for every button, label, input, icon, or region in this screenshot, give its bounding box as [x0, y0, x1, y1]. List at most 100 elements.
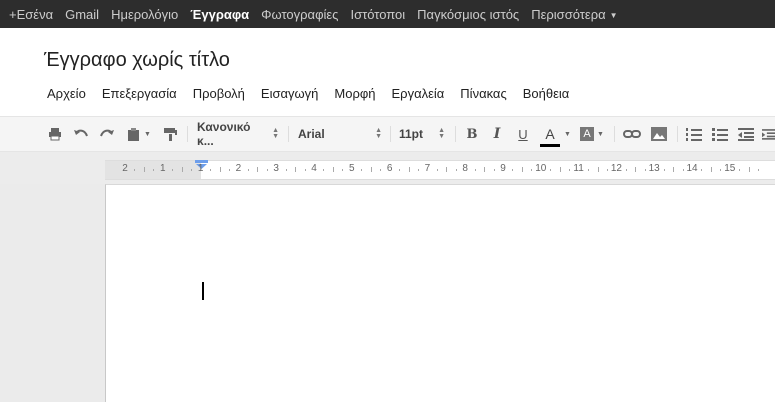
gbar-link-documents[interactable]: Έγγραφα — [184, 7, 255, 22]
decrease-indent-button[interactable] — [736, 117, 756, 151]
ruler-number: 2 — [235, 163, 242, 174]
highlight-color-button[interactable]: A ▼ — [575, 117, 609, 151]
undo-button[interactable] — [71, 117, 91, 151]
redo-button[interactable] — [97, 117, 117, 151]
ruler-tick — [399, 169, 401, 171]
ruler-tick — [758, 169, 760, 171]
ruler-number: 3 — [273, 163, 279, 174]
ruler-tick — [370, 167, 372, 172]
redo-icon — [100, 129, 114, 137]
print-button[interactable] — [45, 117, 65, 151]
menu-table[interactable]: Πίνακας — [452, 86, 514, 101]
print-icon — [49, 128, 61, 141]
ruler-tick — [266, 169, 268, 171]
ruler-tick — [484, 167, 486, 172]
updown-arrows-icon: ▲ ▼ — [375, 127, 382, 140]
increase-indent-button[interactable] — [762, 117, 775, 151]
gbar-link-plus-you[interactable]: +Εσένα — [0, 7, 59, 22]
text-cursor — [202, 282, 204, 300]
bold-button[interactable]: B — [463, 117, 481, 151]
ruler-tick — [635, 167, 637, 172]
ruler-number: 5 — [349, 163, 355, 174]
ruler-tick — [153, 169, 155, 171]
link-icon — [623, 130, 641, 138]
gbar-link-calendar[interactable]: Ημερολόγιο — [105, 7, 184, 22]
gbar-link-more[interactable]: Περισσότερα ▼ — [525, 7, 623, 22]
document-title[interactable]: Έγγραφο χωρίς τίτλο — [44, 49, 230, 72]
menu-edit[interactable]: Επεξεργασία — [94, 86, 185, 101]
paragraph-style-value: Κανονικό κ... — [197, 120, 251, 148]
ruler-number: 1 — [197, 163, 204, 174]
underline-button[interactable]: U — [514, 117, 532, 151]
gbar-link-gmail[interactable]: Gmail — [59, 7, 105, 22]
paint-format-button[interactable] — [160, 117, 180, 151]
menu-help[interactable]: Βοήθεια — [515, 86, 578, 101]
text-color-button[interactable]: A ▼ — [537, 117, 573, 151]
decrease-indent-icon — [738, 128, 754, 141]
document-page[interactable] — [105, 184, 775, 402]
paste-button[interactable]: ▼ — [122, 117, 156, 151]
ruler-tick — [682, 169, 684, 171]
ruler-number: 12 — [610, 163, 622, 174]
font-family-dropdown[interactable]: Arial ▲ ▼ — [298, 117, 382, 151]
ruler-tick — [191, 169, 193, 171]
ruler-number: 13 — [648, 163, 660, 174]
ruler-tick — [455, 169, 457, 171]
font-size-dropdown[interactable]: 11pt ▲ ▼ — [399, 117, 445, 151]
ruler-tick — [550, 169, 552, 171]
menu-file[interactable]: Αρχείο — [39, 86, 94, 101]
ruler-tick — [739, 169, 741, 171]
menu-format[interactable]: Μορφή — [326, 86, 383, 101]
ruler-number: 10 — [535, 163, 547, 174]
numbered-list-button[interactable] — [684, 117, 704, 151]
caret-down-icon: ▼ — [144, 130, 151, 138]
text-color-letter: A — [545, 126, 555, 142]
menu-tools[interactable]: Εργαλεία — [384, 86, 453, 101]
ruler-tick — [247, 169, 249, 171]
bulleted-list-button[interactable] — [710, 117, 730, 151]
ruler-tick — [228, 169, 230, 171]
toolbar-divider — [288, 126, 289, 142]
ruler-number: 7 — [424, 163, 431, 174]
ruler-area: 2 1 1 2 3 4 5 6 7 8 9 10 11 12 13 14 15 — [0, 152, 775, 184]
menu-insert[interactable]: Εισαγωγή — [253, 86, 326, 101]
italic-button[interactable]: I — [488, 117, 506, 151]
caret-down-icon: ▼ — [564, 130, 571, 138]
ruler-tick — [710, 167, 712, 172]
ruler-number: 15 — [724, 163, 736, 174]
menu-view[interactable]: Προβολή — [185, 86, 253, 101]
ruler-tick — [748, 167, 750, 172]
toolbar-divider — [187, 126, 188, 142]
ruler-tick — [569, 169, 571, 171]
ruler-tick — [663, 169, 665, 171]
font-family-value: Arial — [298, 127, 325, 141]
gbar-link-photos[interactable]: Φωτογραφίες — [255, 7, 344, 22]
gbar-link-web[interactable]: Παγκόσμιος ιστός — [411, 7, 525, 22]
insert-image-button[interactable] — [648, 117, 670, 151]
ruler-tick — [720, 169, 722, 171]
ruler-number: 9 — [500, 163, 506, 174]
gbar-link-sites[interactable]: Ιστότοποι — [344, 7, 411, 22]
updown-arrows-icon: ▲ ▼ — [438, 127, 445, 140]
gbar-more-label: Περισσότερα — [531, 6, 606, 22]
ruler-tick — [512, 169, 514, 171]
updown-arrows-icon: ▲ ▼ — [272, 127, 279, 140]
horizontal-ruler[interactable]: 2 1 1 2 3 4 5 6 7 8 9 10 11 12 13 14 15 — [105, 160, 775, 180]
ruler-tick — [474, 169, 476, 171]
insert-link-button[interactable] — [621, 117, 643, 151]
document-canvas — [0, 184, 775, 402]
ruler-number: 2 — [122, 163, 128, 174]
paragraph-style-dropdown[interactable]: Κανονικό κ... ▲ ▼ — [197, 117, 279, 151]
numbered-list-icon — [686, 128, 702, 141]
highlight-color-letter: A — [580, 127, 595, 141]
ruler-tick — [380, 169, 382, 171]
ruler-tick — [597, 167, 599, 172]
toolbar: ▼ Κανονικό κ... ▲ ▼ Arial ▲ ▼ 11pt ▲ ▼ B I … — [0, 116, 775, 152]
ruler-tick — [606, 169, 608, 171]
caret-down-icon: ▼ — [597, 130, 604, 138]
ruler-tick — [332, 167, 334, 172]
image-icon — [651, 127, 667, 141]
ruler-tick — [701, 169, 703, 171]
undo-icon — [74, 129, 88, 137]
increase-indent-icon — [762, 129, 775, 140]
